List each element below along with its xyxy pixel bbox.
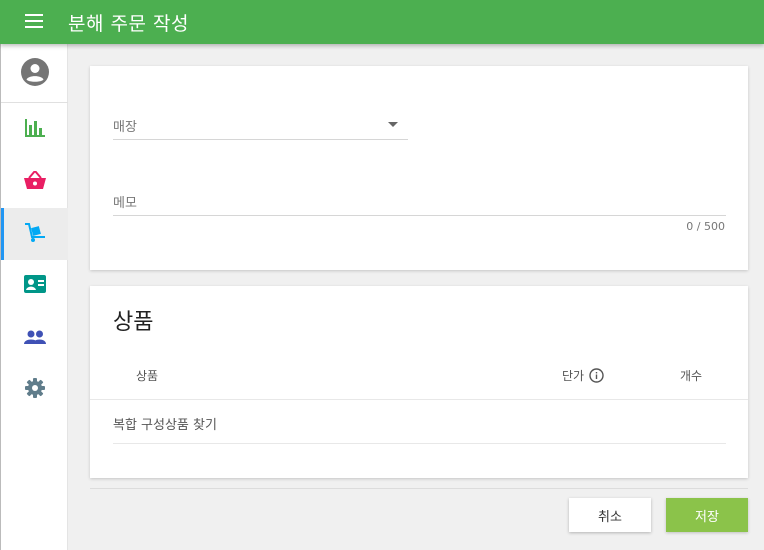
memo-input[interactable]: [113, 192, 726, 215]
shopping-basket-icon: [23, 169, 46, 193]
sidebar-item-contacts[interactable]: [1, 260, 68, 312]
store-select[interactable]: 매장: [113, 112, 408, 140]
products-section-title: 상품: [113, 310, 154, 335]
sidebar-item-statistics[interactable]: [1, 104, 68, 156]
sidebar: [0, 44, 68, 550]
column-header-quantity: 개수: [680, 369, 703, 383]
settings-gear-icon: [24, 378, 45, 402]
save-button[interactable]: 저장: [666, 498, 748, 532]
dolly-cart-icon: [24, 222, 46, 246]
dropdown-arrow-icon: [388, 122, 398, 127]
hamburger-menu-icon: [25, 13, 43, 32]
column-header-price: 단가: [562, 367, 604, 384]
sidebar-item-sales[interactable]: [1, 156, 68, 208]
column-header-product: 상품: [136, 369, 159, 383]
column-header-price-label: 단가: [562, 369, 585, 383]
sidebar-item-users[interactable]: [1, 312, 68, 364]
sidebar-item-logistics[interactable]: [1, 208, 68, 260]
contact-card-icon: [23, 275, 46, 297]
composite-product-search-label: 복합 구성상품 찾기: [113, 418, 217, 433]
order-form-card: 매장 0 / 500: [90, 66, 748, 270]
menu-button[interactable]: [0, 0, 68, 44]
bar-chart-icon: [24, 119, 45, 141]
store-select-label: 매장: [113, 120, 137, 135]
memo-field-container: [113, 192, 726, 216]
memo-char-counter: 0 / 500: [686, 220, 725, 233]
products-table-header: 상품 단가 개수: [90, 360, 748, 400]
sidebar-divider: [1, 102, 68, 103]
page-title: 분해 주문 작성: [68, 12, 189, 35]
account-circle-icon: [20, 58, 49, 90]
info-outline-icon[interactable]: [589, 368, 604, 383]
footer-divider: [90, 488, 748, 489]
products-card: 상품 상품 단가 개수 복합 구성상품 찾기: [90, 286, 748, 478]
sidebar-item-settings[interactable]: [1, 364, 68, 416]
app-bar: 분해 주문 작성: [0, 0, 764, 44]
people-icon: [23, 329, 46, 348]
cancel-button[interactable]: 취소: [569, 498, 651, 532]
composite-product-search[interactable]: 복합 구성상품 찾기: [113, 404, 726, 444]
sidebar-item-account[interactable]: [1, 48, 68, 100]
